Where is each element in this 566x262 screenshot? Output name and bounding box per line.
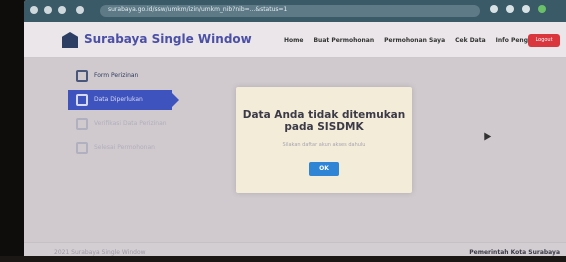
back-icon[interactable] (30, 6, 38, 14)
dialog-title: Data Anda tidak ditemukan pada SISDMK (236, 109, 412, 133)
forward-icon[interactable] (44, 6, 52, 14)
nav-permohonan-saya[interactable]: Permohonan Saya (384, 37, 445, 44)
reload-icon[interactable] (58, 6, 66, 14)
monitor-bezel-bottom (0, 256, 566, 262)
url-text: surabaya.go.id/ssw/umkm/izin/umkm_nib?ni… (108, 6, 288, 13)
app-header: Surabaya Single Window Home Buat Permoho… (24, 22, 566, 58)
browser-toolbar: surabaya.go.id/ssw/umkm/izin/umkm_nib?ni… (24, 0, 566, 22)
nav-buat-permohonan[interactable]: Buat Permohonan (313, 37, 374, 44)
ok-button[interactable]: OK (309, 162, 339, 176)
footer-copyright: 2021 Surabaya Single Window (54, 249, 146, 256)
nav-cek-data[interactable]: Cek Data (455, 37, 486, 44)
screen: surabaya.go.id/ssw/umkm/izin/umkm_nib?ni… (24, 0, 566, 262)
star-icon[interactable] (490, 5, 498, 13)
address-bar[interactable]: surabaya.go.id/ssw/umkm/izin/umkm_nib?ni… (100, 5, 480, 17)
monitor-bezel (0, 0, 24, 262)
dialog-title-line1: Data Anda tidak ditemukan (242, 109, 406, 121)
profile-icon[interactable] (522, 5, 530, 13)
dialog-message: Silakan daftar akun akses dahulu (282, 142, 366, 148)
nav-home[interactable]: Home (284, 37, 303, 44)
menu-icon[interactable] (538, 5, 546, 13)
app-title[interactable]: Surabaya Single Window (84, 32, 252, 46)
browser-actions (490, 5, 546, 13)
footer-link[interactable]: Pemerintah Kota Surabaya (469, 249, 560, 256)
dialog-title-line2: pada SISDMK (284, 121, 364, 133)
home-icon[interactable] (76, 6, 84, 14)
logout-button[interactable]: Logout (528, 34, 560, 47)
top-nav: Home Buat Permohonan Permohonan Saya Cek… (284, 37, 549, 44)
logo-icon (62, 32, 78, 48)
alert-dialog: Data Anda tidak ditemukan pada SISDMK Si… (236, 87, 412, 193)
extension-icon[interactable] (506, 5, 514, 13)
